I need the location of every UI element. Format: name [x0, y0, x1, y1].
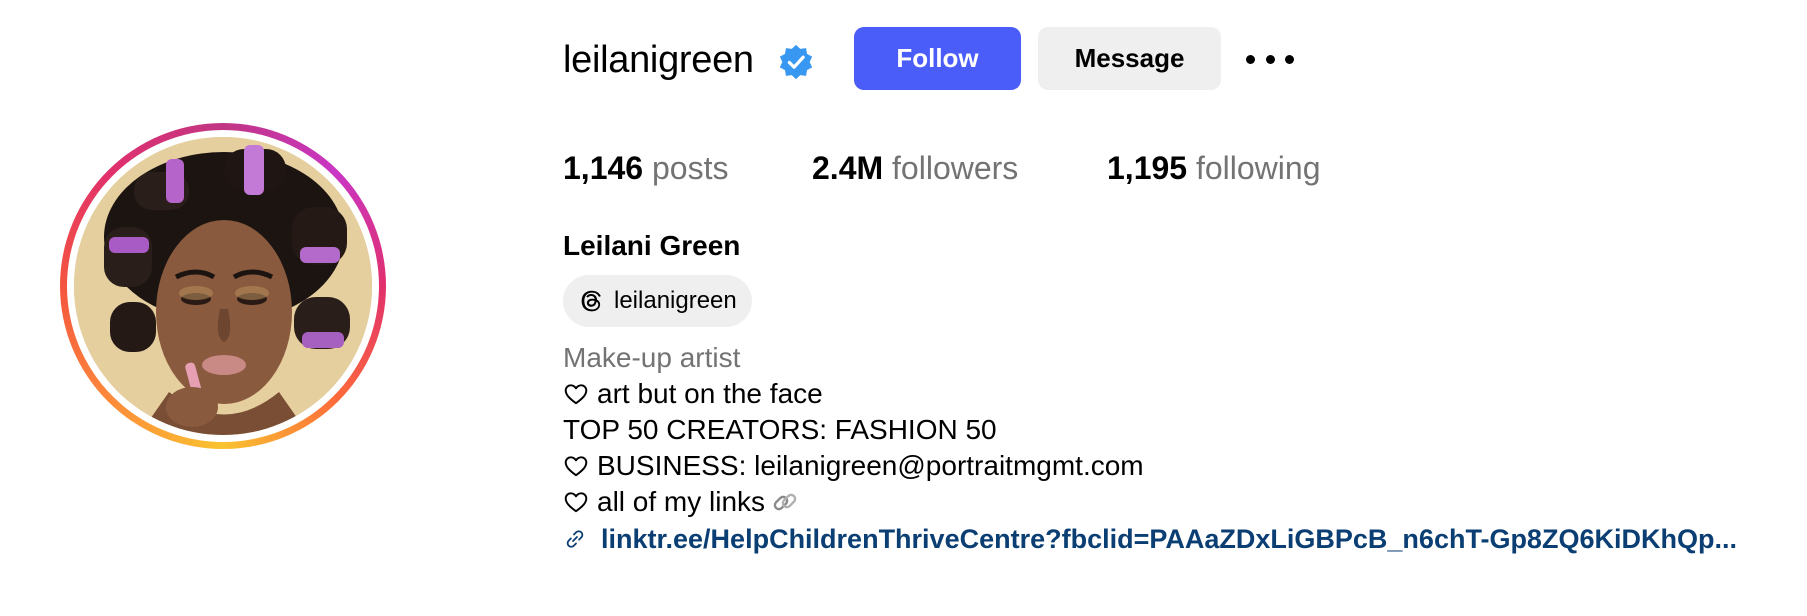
- followers-label: followers: [892, 150, 1019, 186]
- followers-count: 2.4M: [812, 150, 884, 186]
- posts-stat[interactable]: 1,146 posts: [563, 146, 728, 190]
- profile-username: leilanigreen: [563, 39, 754, 81]
- bio-line: TOP 50 CREATORS: FASHION 50: [563, 414, 997, 445]
- profile-category: Make-up artist: [563, 342, 741, 373]
- posts-label: posts: [651, 150, 729, 186]
- message-button[interactable]: Message: [1038, 27, 1221, 90]
- bio-link-text[interactable]: linktr.ee/HelpChildrenThriveCentre?fbcli…: [601, 524, 1737, 555]
- profile-bio: Make-up artist art but on the face TOP 5…: [563, 340, 1144, 520]
- link-icon: [566, 530, 584, 548]
- bio-line: all of my links: [563, 484, 1144, 520]
- bio-line: art but on the face: [563, 376, 1144, 412]
- follow-button[interactable]: Follow: [854, 27, 1021, 90]
- dot: [1246, 54, 1255, 64]
- threads-icon: [581, 290, 601, 312]
- bio-line: BUSINESS: leilanigreen@portraitmgmt.com: [563, 448, 1144, 484]
- link-emoji-icon: [771, 488, 799, 516]
- story-ring[interactable]: [60, 123, 386, 449]
- avatar-gap: [67, 130, 379, 442]
- following-count: 1,195: [1107, 150, 1188, 186]
- heart-outline-icon: [563, 489, 589, 515]
- bio-line-text: all of my links: [597, 486, 766, 517]
- bio-line-text: BUSINESS: leilanigreen@portraitmgmt.com: [597, 450, 1144, 481]
- dot: [1285, 54, 1294, 64]
- more-options-icon[interactable]: [1246, 46, 1294, 72]
- posts-count: 1,146: [563, 150, 644, 186]
- following-stat[interactable]: 1,195 following: [1107, 146, 1320, 190]
- threads-handle: leilanigreen: [614, 287, 737, 314]
- profile-full-name: Leilani Green: [563, 230, 741, 261]
- profile-avatar[interactable]: [74, 137, 372, 435]
- following-label: following: [1195, 150, 1321, 186]
- bio-line-text: art but on the face: [597, 378, 823, 409]
- threads-badge[interactable]: leilanigreen: [563, 275, 752, 327]
- followers-stat[interactable]: 2.4M followers: [812, 146, 1018, 190]
- avatar-portrait-icon: [74, 137, 372, 435]
- verified-badge-icon: [779, 44, 813, 80]
- bio-external-link[interactable]: linktr.ee/HelpChildrenThriveCentre?fbcli…: [563, 520, 1737, 558]
- heart-outline-icon: [563, 453, 589, 479]
- heart-outline-icon: [563, 381, 589, 407]
- dot: [1265, 54, 1275, 64]
